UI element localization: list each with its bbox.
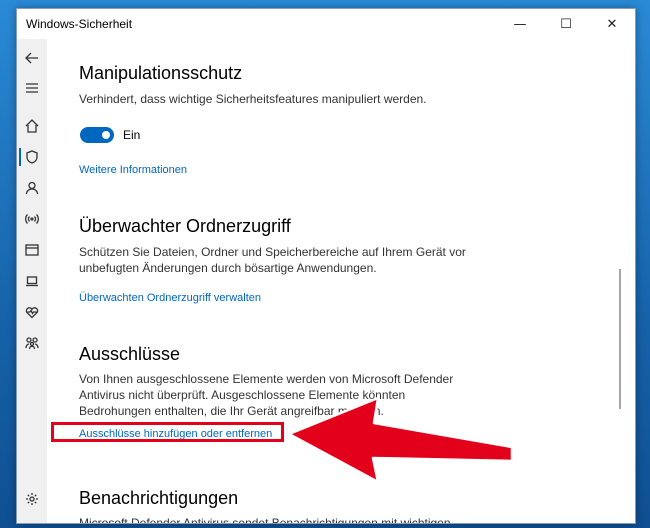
annotation-arrow xyxy=(287,396,514,484)
